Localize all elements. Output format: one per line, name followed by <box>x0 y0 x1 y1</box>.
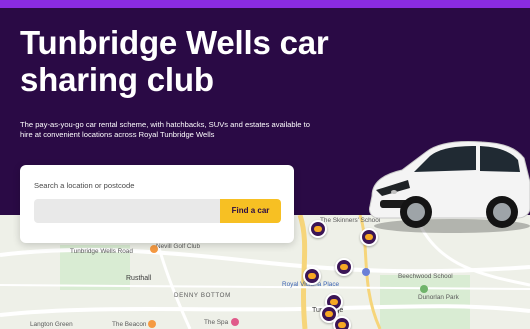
search-card: Search a location or postcode Find a car <box>20 165 294 243</box>
map-poi-icon <box>148 320 156 328</box>
map-label: Rusthall <box>126 275 152 282</box>
map-poi-icon <box>150 245 158 253</box>
map-label: Langton Green <box>30 321 73 328</box>
map-poi-icon <box>420 285 428 293</box>
find-a-car-button[interactable]: Find a car <box>220 199 281 223</box>
car-image <box>369 141 530 233</box>
map-label: The Spa <box>204 319 229 326</box>
search-label: Search a location or postcode <box>34 181 135 190</box>
map-poi-icon <box>231 318 239 326</box>
car-location-pin-icon[interactable] <box>303 267 321 285</box>
hero-subtitle: The pay-as-you-go car rental scheme, wit… <box>20 120 310 139</box>
location-search-input[interactable] <box>34 199 220 223</box>
page-title: Tunbridge Wells car sharing club <box>20 24 329 98</box>
map-label: Nevill Golf Club <box>156 243 201 250</box>
map-label: Dunorlan Park <box>418 294 459 301</box>
map-label: Beechwood School <box>398 273 453 280</box>
map-label: Tunbridge Wells Road <box>70 248 133 255</box>
map-poi-icon <box>362 268 370 276</box>
map-label: DENNY BOTTOM <box>174 292 231 299</box>
car-location-pin-icon[interactable] <box>335 258 353 276</box>
top-accent-bar <box>0 0 530 8</box>
car-location-pin-icon[interactable] <box>309 220 327 238</box>
map-label: The Beacon <box>112 321 147 328</box>
car-location-pin-icon[interactable] <box>333 316 351 329</box>
